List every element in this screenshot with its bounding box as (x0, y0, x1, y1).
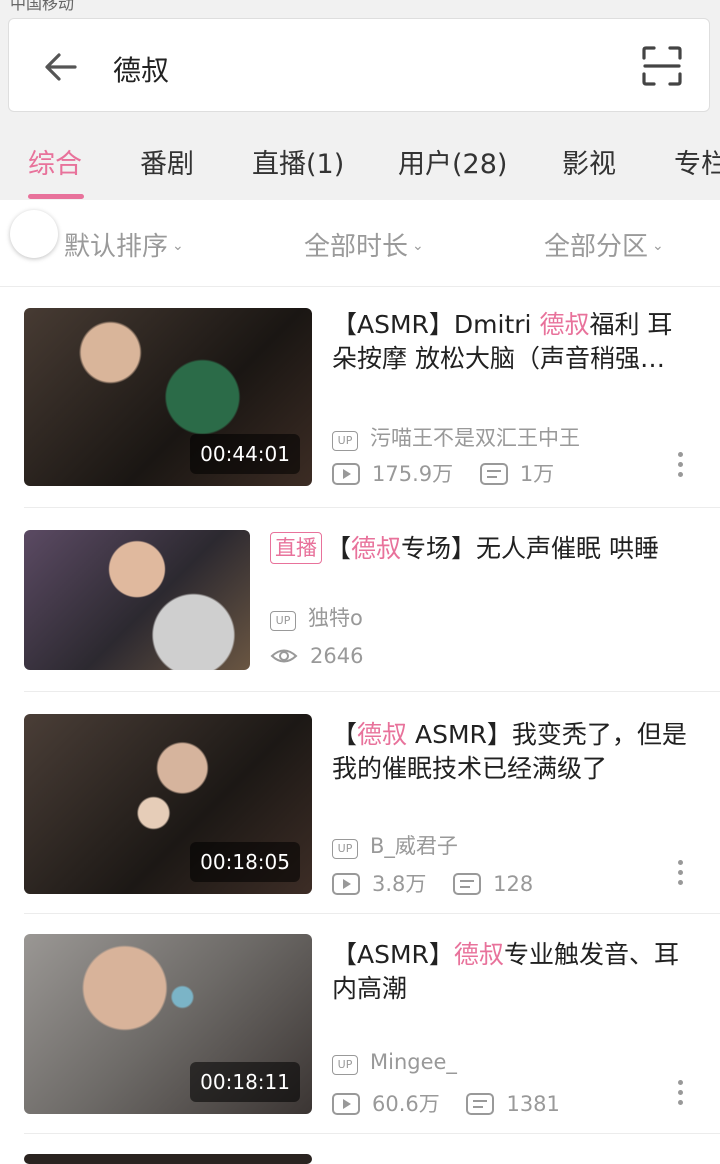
back-arrow-icon[interactable] (41, 47, 81, 87)
up-icon: UP (332, 839, 358, 859)
duration-badge: 00:18:05 (190, 842, 300, 882)
play-count: 3.8万 (372, 872, 427, 896)
uploader-row: UP Mingee_ (332, 1050, 457, 1075)
tab-live[interactable]: 直播(1) (252, 142, 344, 181)
up-icon: UP (270, 611, 296, 631)
play-count-icon (332, 463, 360, 485)
uploader-row: UP B_威君子 (332, 830, 458, 860)
filter-sort-label: 默认排序 (64, 232, 169, 262)
viewer-count: 2646 (310, 644, 364, 668)
title-highlight: 德叔 (539, 310, 590, 339)
play-count-icon (332, 873, 360, 895)
eye-icon (270, 649, 298, 663)
danmaku-count: 1万 (519, 462, 555, 486)
video-thumbnail[interactable]: 00:18:05 (24, 714, 312, 894)
scan-icon[interactable] (641, 45, 683, 87)
chevron-down-icon: ⌄ (172, 238, 184, 254)
video-title[interactable]: 【ASMR】德叔专业触发音、耳 内高潮 (332, 938, 679, 1006)
filter-sort[interactable]: 默认排序 ⌄ (64, 226, 184, 263)
uploader-name: Mingee_ (370, 1050, 457, 1074)
danmaku-count: 1381 (506, 1092, 560, 1116)
live-thumbnail[interactable] (24, 530, 250, 670)
title-text: 朵按摩 放松大脑（声音稍强… (332, 344, 665, 373)
tab-film[interactable]: 影视 (562, 142, 616, 181)
danmaku-icon (466, 1093, 495, 1115)
chevron-down-icon: ⌄ (652, 238, 664, 254)
danmaku-icon (453, 873, 482, 895)
title-highlight: 德叔 (357, 720, 408, 749)
tab-articles[interactable]: 专栏 (674, 142, 720, 181)
search-input[interactable]: 德叔 (113, 49, 169, 89)
stats-row: 60.6万 1381 (332, 1088, 560, 1118)
tab-users[interactable]: 用户(28) (398, 142, 507, 181)
uploader-name: B_威君子 (370, 834, 458, 858)
title-highlight: 德叔 (351, 534, 402, 563)
play-count: 175.9万 (372, 462, 454, 486)
title-text: 【ASMR】 (332, 940, 454, 969)
title-text: 专业触发音、耳 (503, 940, 679, 969)
up-icon: UP (332, 431, 358, 451)
tab-all[interactable]: 综合 (28, 142, 82, 181)
divider (24, 1133, 720, 1134)
title-text: 【 (326, 534, 352, 563)
play-count: 60.6万 (372, 1092, 440, 1116)
live-badge: 直播 (270, 532, 322, 564)
video-title[interactable]: 【ASMR】Dmitri 德叔福利 耳 朵按摩 放松大脑（声音稍强… (332, 308, 672, 376)
tab-bar: 综合 番剧 直播(1) 用户(28) 影视 专栏 (0, 130, 720, 200)
list-item[interactable]: 00:44:01 【ASMR】Dmitri 德叔福利 耳 朵按摩 放松大脑（声音… (0, 286, 720, 508)
filter-category-label: 全部分区 (544, 232, 649, 262)
top-bar: 中国移动 德叔 综合 番剧 直播(1) 用户(28) 影视 专栏 (0, 0, 720, 200)
title-text: 【 (332, 720, 358, 749)
stats-row: 3.8万 128 (332, 868, 533, 898)
list-item[interactable]: 00:18:11 【ASMR】德叔专业触发音、耳 内高潮 UP Mingee_ 6… (0, 914, 720, 1134)
video-thumbnail[interactable]: 00:18:11 (24, 934, 312, 1114)
title-text: 我的催眠技术已经满级了 (332, 754, 608, 783)
video-thumbnail[interactable]: 00:44:01 (24, 308, 312, 486)
video-title[interactable]: 【德叔 ASMR】我变秃了，但是 我的催眠技术已经满级了 (332, 718, 687, 786)
more-icon[interactable] (678, 1080, 684, 1110)
list-item[interactable]: 00:18:05 【德叔 ASMR】我变秃了，但是 我的催眠技术已经满级了 UP… (0, 692, 720, 914)
stats-row: 175.9万 1万 (332, 458, 554, 488)
play-count-icon (332, 1093, 360, 1115)
list-item[interactable]: 直播 【德叔专场】无人声催眠 哄睡 UP 独特o 2646 (0, 508, 720, 692)
tab-bangumi[interactable]: 番剧 (140, 142, 194, 181)
search-box[interactable]: 德叔 (8, 18, 710, 112)
uploader-row: UP 污喵王不是双汇王中王 (332, 422, 580, 452)
filter-duration-label: 全部时长 (304, 232, 409, 262)
status-carrier: 中国移动 (10, 0, 75, 13)
duration-badge: 00:18:11 (190, 1062, 300, 1102)
uploader-row: UP 独特o (270, 602, 363, 632)
active-tab-indicator (28, 194, 84, 199)
title-text: 专场】无人声催眠 哄睡 (401, 534, 659, 563)
danmaku-icon (479, 463, 508, 485)
more-icon[interactable] (678, 860, 684, 890)
duration-badge: 00:44:01 (190, 434, 300, 474)
title-text: 【ASMR】Dmitri (332, 310, 540, 339)
uploader-name: 独特o (308, 606, 363, 630)
live-title[interactable]: 直播 【德叔专场】无人声催眠 哄睡 (270, 532, 659, 566)
title-text: ASMR】我变秃了，但是 (407, 720, 687, 749)
title-highlight: 德叔 (453, 940, 504, 969)
filter-category[interactable]: 全部分区 ⌄ (544, 226, 664, 263)
danmaku-count: 128 (493, 872, 534, 896)
up-icon: UP (332, 1055, 358, 1075)
chevron-down-icon: ⌄ (412, 238, 424, 254)
filter-duration[interactable]: 全部时长 ⌄ (304, 226, 424, 263)
title-text: 福利 耳 (589, 310, 673, 339)
more-icon[interactable] (678, 452, 684, 482)
filter-bar: 默认排序 ⌄ 全部时长 ⌄ 全部分区 ⌄ (0, 200, 720, 287)
title-text: 内高潮 (332, 974, 408, 1003)
floating-circle[interactable] (10, 210, 58, 258)
stats-row: 2646 (270, 644, 363, 668)
video-thumbnail[interactable] (24, 1154, 312, 1164)
uploader-name: 污喵王不是双汇王中王 (370, 426, 580, 450)
